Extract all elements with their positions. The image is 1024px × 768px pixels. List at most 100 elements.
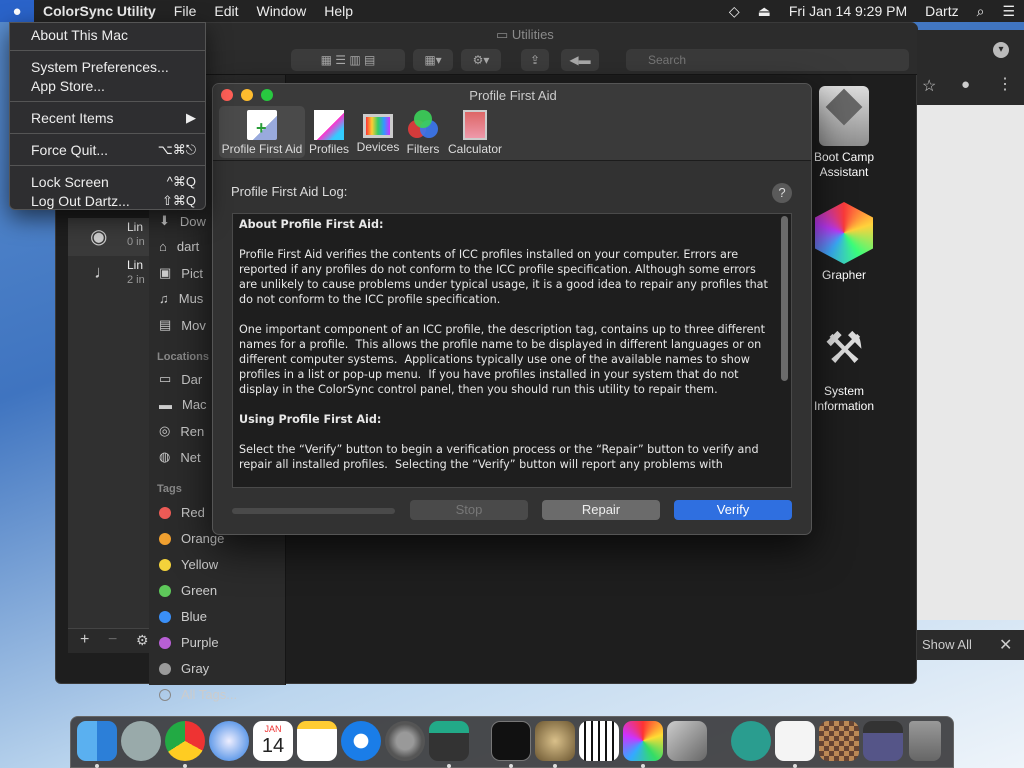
show-all-button[interactable]: Show All	[922, 637, 972, 652]
log-scrollbar[interactable]	[781, 216, 788, 381]
window-toolbar: Profile First Aid + Profile First Aid Pr…	[213, 84, 811, 161]
music-note-icon: ♫	[159, 291, 169, 306]
launchpad-dock-icon[interactable]	[121, 721, 161, 761]
tab-devices[interactable]: Devices	[355, 106, 401, 158]
spotlight-search-icon[interactable]: ⌕	[968, 3, 994, 20]
menu-item-lock-screen[interactable]: Lock Screen ^⌘Q	[10, 172, 205, 191]
home-icon: ⌂	[159, 239, 167, 254]
remove-button[interactable]: −	[108, 631, 117, 649]
tab-profiles[interactable]: Profiles	[307, 106, 351, 158]
menu-item-app-store[interactable]: App Store...	[10, 76, 205, 95]
downloads-bar: Show All ✕	[917, 630, 1024, 660]
add-button[interactable]: +	[80, 631, 89, 649]
sidebar-item-location[interactable]: ▭ Dar	[159, 371, 202, 387]
clock[interactable]: Fri Jan 14 9:29 PM	[780, 3, 916, 19]
sidebar-item-music[interactable]: ♫ Mus	[159, 291, 203, 306]
group-button[interactable]: ▦▾	[413, 49, 453, 71]
close-icon[interactable]: ✕	[999, 635, 1012, 655]
tag-label: Green	[181, 583, 218, 598]
sidebar-item-network[interactable]: ◍ Net	[159, 449, 201, 465]
sidebar-item-tag[interactable]: Gray	[159, 661, 209, 676]
piano-dock-icon[interactable]	[579, 721, 619, 761]
app-store-dock-icon[interactable]	[341, 721, 381, 761]
desktop-icon-grapher[interactable]: Grapher	[799, 202, 889, 283]
sidebar-item-tag[interactable]: Purple	[159, 635, 219, 650]
zip-archive-dock-icon[interactable]	[775, 721, 815, 761]
menu-item-system-preferences[interactable]: System Preferences...	[10, 57, 205, 76]
progress-bar	[232, 508, 395, 514]
submenu-arrow-icon: ▶	[186, 109, 196, 125]
notification-center-icon[interactable]: ☰	[993, 3, 1024, 20]
apple-menu-button[interactable]: ●	[0, 0, 34, 22]
more-icon[interactable]: ⋮	[997, 74, 1013, 94]
menu-bar: ● ColorSync Utility File Edit Window Hel…	[0, 0, 1024, 22]
display-icon: ▭	[159, 371, 172, 386]
finder-dock-icon[interactable]	[77, 721, 117, 761]
terminal-dock-icon[interactable]	[491, 721, 531, 761]
chrome-dock-icon[interactable]	[165, 721, 205, 761]
screen-dock-icon[interactable]	[863, 721, 903, 761]
menu-item-about-this-mac[interactable]: About This Mac	[10, 25, 205, 44]
eject-icon[interactable]: ⏏	[749, 3, 780, 20]
sidebar-item-tag[interactable]: Red	[159, 505, 205, 520]
image-capture-dock-icon[interactable]	[429, 721, 469, 761]
share-icon[interactable]: ⇪	[521, 49, 549, 71]
notes-dock-icon[interactable]	[297, 721, 337, 761]
running-indicator	[793, 764, 797, 768]
menu-item-recent-items[interactable]: Recent Items ▶	[10, 108, 205, 127]
tag-color-dot	[159, 610, 171, 623]
sidebar-item-location[interactable]: ◎ Ren	[159, 423, 204, 439]
action-gear-icon[interactable]: ⚙	[136, 632, 149, 649]
app-dock-icon[interactable]	[731, 721, 771, 761]
tab-profile-first-aid[interactable]: + Profile First Aid	[219, 106, 305, 158]
log-text-area[interactable]: About Profile First Aid: Profile First A…	[232, 213, 792, 488]
network-icon: ◍	[159, 449, 171, 464]
menu-item-log-out[interactable]: Log Out Dartz... ⇧⌘Q	[10, 191, 205, 210]
sidebar-item-tag[interactable]: Blue	[159, 609, 207, 624]
chess-dock-icon[interactable]	[535, 721, 575, 761]
menu-window[interactable]: Window	[247, 3, 315, 19]
sidebar-item-pictures[interactable]: ▣ Pict	[159, 265, 203, 281]
sidebar-item-tag[interactable]: Green	[159, 583, 217, 598]
desktop-icon-system-information[interactable]: ⚒ System Information	[799, 318, 889, 414]
profile-icon[interactable]: ●	[961, 76, 970, 93]
star-icon[interactable]: ☆	[922, 76, 936, 96]
trash-icon[interactable]	[909, 721, 941, 761]
tab-calculator[interactable]: Calculator	[445, 106, 505, 158]
menu-edit[interactable]: Edit	[205, 3, 247, 19]
help-button[interactable]: ?	[772, 183, 792, 203]
sidebar-item-all-tags[interactable]: All Tags...	[159, 687, 237, 702]
user-menu[interactable]: Dartz	[916, 3, 967, 19]
menu-item-force-quit[interactable]: Force Quit... ⌥⌘⎋	[10, 140, 205, 159]
running-indicator	[183, 764, 187, 768]
app-menu[interactable]: ColorSync Utility	[34, 3, 165, 19]
list-item[interactable]: ◉ Lin 0 in	[68, 218, 149, 256]
first-aid-document-icon: +	[247, 110, 277, 140]
action-gear-icon[interactable]: ⚙▾	[461, 49, 501, 71]
verify-button[interactable]: Verify	[674, 500, 792, 520]
system-preferences-dock-icon[interactable]	[385, 721, 425, 761]
list-item[interactable]: ♩ Lin 2 in	[68, 256, 149, 294]
boot-camp-icon	[819, 86, 869, 146]
repair-button[interactable]: Repair	[542, 500, 660, 520]
search-input[interactable]: Search	[626, 49, 909, 71]
sidebar-item-tag[interactable]: Yellow	[159, 557, 218, 572]
calendar-dock-icon[interactable]: JAN 14	[253, 721, 293, 761]
tab-filters[interactable]: Filters	[403, 106, 443, 158]
sidebar-item-downloads[interactable]: ⬇ Dow	[159, 213, 206, 229]
view-switcher[interactable]: ▦ ☰ ▥ ▤	[291, 49, 405, 71]
log-heading: Using Profile First Aid:	[239, 413, 382, 426]
sidebar-item-home[interactable]: ⌂ dart	[159, 239, 199, 254]
menu-help[interactable]: Help	[315, 3, 362, 19]
colorsync-dock-icon[interactable]	[623, 721, 663, 761]
chess-board-dock-icon[interactable]	[819, 721, 859, 761]
utilities-dock-icon[interactable]	[667, 721, 707, 761]
tag-icon[interactable]: ◀▬	[561, 49, 599, 71]
diamond-status-icon[interactable]: ◇	[720, 3, 749, 20]
sidebar-item-movies[interactable]: ▤ Mov	[159, 317, 206, 333]
menu-file[interactable]: File	[165, 3, 206, 19]
stop-button[interactable]: Stop	[410, 500, 528, 520]
chevron-down-icon[interactable]: ▾	[993, 42, 1009, 58]
safari-dock-icon[interactable]	[209, 721, 249, 761]
sidebar-item-location[interactable]: ▬ Mac	[159, 397, 207, 412]
